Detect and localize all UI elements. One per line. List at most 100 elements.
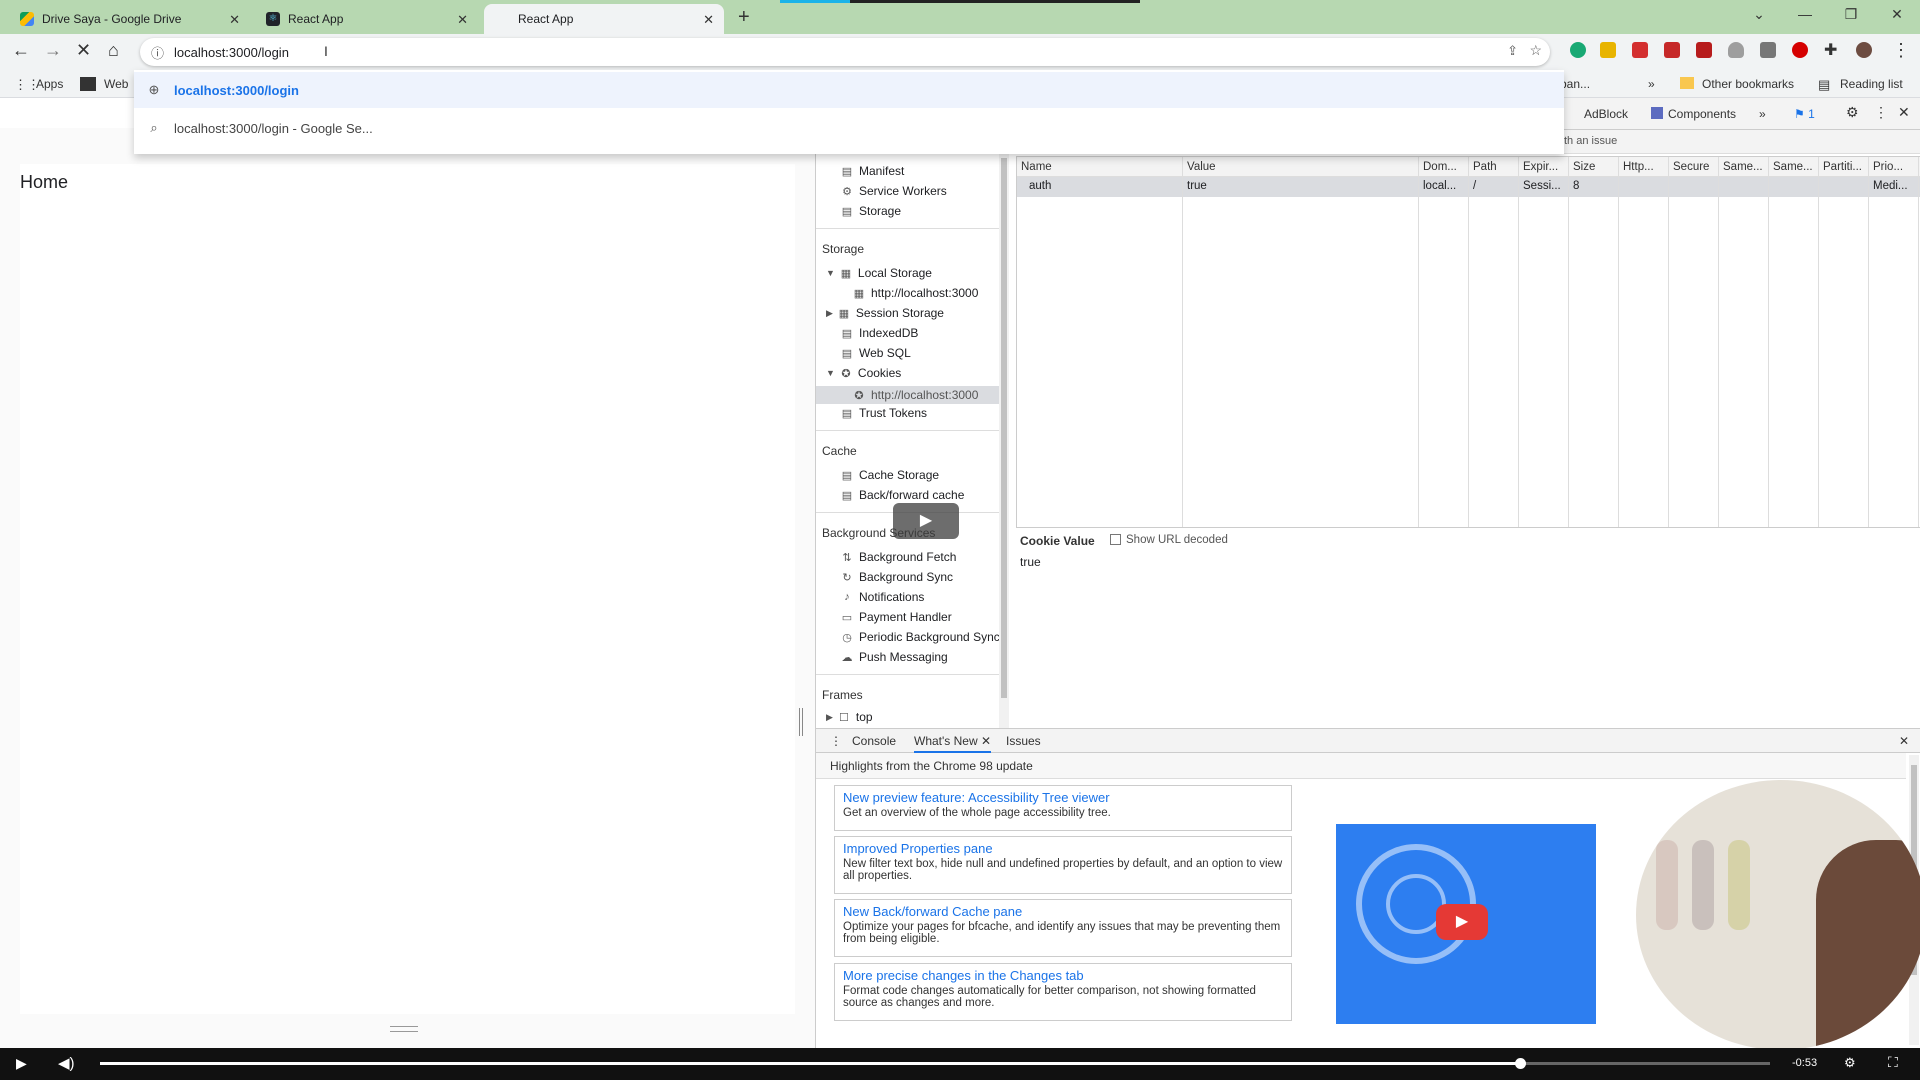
sidebar-item-storage[interactable]: ▤ Storage: [840, 204, 901, 218]
extension-grey-icon[interactable]: [1760, 42, 1776, 58]
pdf-icon[interactable]: [1632, 42, 1648, 58]
close-drawer-icon[interactable]: ✕: [1899, 734, 1909, 748]
sidebar-item-push-messaging[interactable]: ☁ Push Messaging: [840, 650, 948, 664]
bookmark-apps[interactable]: Apps: [36, 77, 63, 91]
show-url-decoded-checkbox[interactable]: [1110, 534, 1121, 545]
sidebar-item-session-storage[interactable]: ▶ ▦ Session Storage: [826, 306, 944, 320]
column-header[interactable]: Expir...: [1523, 161, 1558, 173]
tab-react-app-1[interactable]: ⚛ React App ✕: [256, 4, 478, 34]
column-header[interactable]: Value: [1187, 161, 1216, 173]
sidebar-item-cookies[interactable]: ▼ ✪ Cookies: [826, 366, 901, 380]
sidebar-scrollbar[interactable]: [999, 154, 1009, 728]
sidebar-item-cookie-origin[interactable]: ✪ http://localhost:3000: [816, 386, 999, 404]
adblock-icon[interactable]: [1792, 42, 1808, 58]
grammarly-icon[interactable]: [1570, 42, 1586, 58]
scrollbar-thumb[interactable]: [1001, 158, 1007, 698]
column-header[interactable]: Dom...: [1423, 161, 1457, 173]
sidebar-item-periodic-sync[interactable]: ◷ Periodic Background Sync: [840, 630, 1000, 644]
minimize-icon[interactable]: —: [1782, 0, 1828, 30]
sidebar-item-bfcache[interactable]: ▤ Back/forward cache: [840, 488, 965, 502]
gear-icon[interactable]: ⚙: [1846, 104, 1859, 121]
devtools-splitter[interactable]: [799, 708, 803, 736]
sidebar-item-trust-tokens[interactable]: ▤ Trust Tokens: [840, 406, 927, 420]
close-icon[interactable]: ✕: [703, 12, 714, 28]
bookmark-ban[interactable]: ban...: [1560, 77, 1590, 91]
video-progress[interactable]: [100, 1058, 1770, 1069]
video-play-overlay[interactable]: ▶: [893, 503, 959, 539]
shield-icon[interactable]: [1728, 42, 1744, 58]
column-header[interactable]: Prio...: [1873, 161, 1903, 173]
bookmark-web[interactable]: Web: [104, 77, 128, 91]
kebab-icon[interactable]: ⋮: [1874, 104, 1888, 121]
progress-knob[interactable]: [1514, 1058, 1526, 1069]
resize-handle[interactable]: [390, 1026, 418, 1032]
info-icon[interactable]: ⓘ: [151, 43, 164, 62]
feature-title[interactable]: New Back/forward Cache pane: [843, 904, 1283, 919]
extension-m-icon[interactable]: [1664, 42, 1680, 58]
sidebar-item-frame-top[interactable]: ▶ ☐ top: [826, 710, 873, 724]
tab-components[interactable]: Components: [1668, 107, 1736, 121]
tab-react-app-active[interactable]: React App ✕: [484, 4, 724, 34]
bookmark-other[interactable]: Other bookmarks: [1702, 77, 1794, 91]
address-bar[interactable]: ⓘ localhost:3000/login I ⇪ ☆: [140, 38, 1550, 66]
suggestion-url[interactable]: ⊕ localhost:3000/login: [134, 72, 1564, 108]
feature-title[interactable]: More precise changes in the Changes tab: [843, 968, 1283, 983]
puzzle-icon[interactable]: ✚: [1824, 40, 1837, 60]
drawer-menu-icon[interactable]: ⋮: [830, 734, 842, 748]
tab-issues[interactable]: Issues: [1006, 734, 1041, 748]
address-text[interactable]: localhost:3000/login: [174, 45, 289, 60]
tab-search-icon[interactable]: ⌄: [1736, 0, 1782, 30]
tab-adblock[interactable]: AdBlock: [1584, 107, 1628, 121]
tab-drive[interactable]: Drive Saya - Google Drive ✕: [10, 4, 250, 34]
sidebar-item-bg-fetch[interactable]: ⇅ Background Fetch: [840, 550, 956, 564]
column-header[interactable]: Secure: [1673, 161, 1709, 173]
close-icon[interactable]: ✕: [229, 12, 240, 28]
home-icon[interactable]: ⌂: [108, 40, 119, 61]
kebab-icon[interactable]: ⋮: [1892, 40, 1910, 61]
star-icon[interactable]: ☆: [1529, 42, 1542, 59]
sidebar-item-web-sql[interactable]: ▤ Web SQL: [840, 346, 911, 360]
sidebar-item-service-workers[interactable]: ⚙ Service Workers: [840, 184, 947, 198]
sidebar-item-indexeddb[interactable]: ▤ IndexedDB: [840, 326, 919, 340]
close-icon[interactable]: ✕: [1898, 104, 1910, 121]
feature-title[interactable]: New preview feature: Accessibility Tree …: [843, 790, 1283, 805]
extension-w-icon[interactable]: [1600, 42, 1616, 58]
settings-icon[interactable]: ⚙: [1844, 1055, 1856, 1071]
suggestion-search[interactable]: ⌕ localhost:3000/login - Google Se...: [134, 110, 1564, 146]
back-icon[interactable]: ←: [12, 40, 30, 61]
tab-whats-new[interactable]: What's New ✕: [914, 734, 992, 753]
chrome-98-video-thumbnail[interactable]: ▶: [1336, 824, 1596, 1024]
issues-badge[interactable]: ⚑ 1: [1794, 107, 1815, 121]
close-window-icon[interactable]: ✕: [1874, 0, 1920, 30]
sidebar-item-local-storage[interactable]: ▼ ▦ Local Storage: [826, 266, 932, 280]
feature-card[interactable]: New preview feature: Accessibility Tree …: [834, 785, 1292, 831]
column-header[interactable]: Same...: [1773, 161, 1813, 173]
feature-title[interactable]: Improved Properties pane: [843, 841, 1283, 856]
close-icon[interactable]: ✕: [981, 734, 991, 748]
sidebar-item-bg-sync[interactable]: ↻ Background Sync: [840, 570, 953, 584]
share-icon[interactable]: ⇪: [1507, 43, 1518, 59]
column-header[interactable]: Name: [1021, 161, 1052, 173]
sidebar-item-manifest[interactable]: ▤ Manifest: [840, 164, 905, 178]
column-header[interactable]: Size: [1573, 161, 1595, 173]
restore-icon[interactable]: ❐: [1828, 0, 1874, 30]
stop-icon[interactable]: ✕: [76, 40, 91, 61]
feature-card[interactable]: Improved Properties pane New filter text…: [834, 836, 1292, 894]
avatar[interactable]: [1856, 42, 1872, 58]
column-header[interactable]: Same...: [1723, 161, 1763, 173]
sidebar-item-notifications[interactable]: ♪ Notifications: [840, 590, 924, 604]
feature-card[interactable]: More precise changes in the Changes tab …: [834, 963, 1292, 1021]
tab-console[interactable]: Console: [852, 734, 896, 748]
column-header[interactable]: Http...: [1623, 161, 1654, 173]
youtube-play-icon[interactable]: ▶: [1436, 904, 1488, 940]
feature-card[interactable]: New Back/forward Cache pane Optimize you…: [834, 899, 1292, 957]
sidebar-item-local-origin[interactable]: ▦ http://localhost:3000: [852, 286, 979, 300]
forward-icon[interactable]: →: [44, 40, 62, 61]
tab-overflow[interactable]: »: [1759, 107, 1766, 121]
new-tab-button[interactable]: +: [738, 6, 750, 29]
column-header[interactable]: Partiti...: [1823, 161, 1862, 173]
column-header[interactable]: Path: [1473, 161, 1497, 173]
volume-icon[interactable]: ◀): [58, 1054, 75, 1072]
extension-red-icon[interactable]: [1696, 42, 1712, 58]
play-icon[interactable]: ▶: [16, 1055, 27, 1072]
